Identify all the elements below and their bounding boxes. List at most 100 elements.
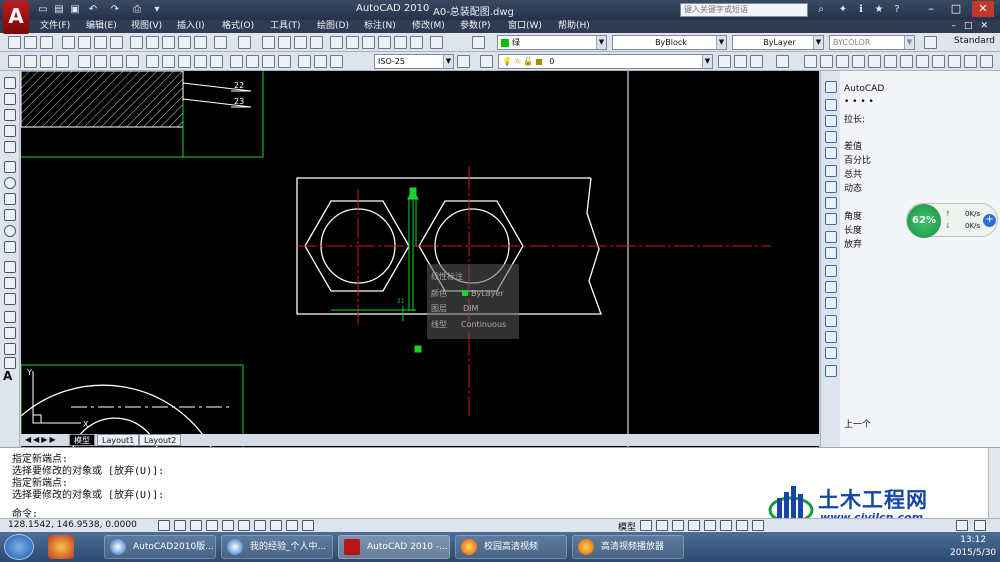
help-icon[interactable]	[430, 36, 443, 49]
close-button[interactable]: ✕	[972, 1, 994, 17]
publish-icon[interactable]	[94, 36, 107, 49]
snap-endpoint-icon[interactable]	[804, 55, 817, 68]
make-current-icon[interactable]	[718, 55, 731, 68]
star-icon[interactable]: ★	[872, 3, 886, 17]
quick-properties-icon[interactable]	[302, 520, 314, 531]
gradient-icon[interactable]	[4, 327, 16, 339]
menu-insert[interactable]: 插入(I)	[177, 20, 205, 33]
ortho-mode-icon[interactable]	[190, 520, 202, 531]
dim-edit-icon[interactable]	[298, 55, 311, 68]
color-select[interactable]: 绿 ▼	[497, 35, 607, 50]
blend-icon[interactable]	[825, 347, 837, 359]
preview-icon[interactable]	[78, 36, 91, 49]
snap-mode-icon[interactable]	[158, 520, 170, 531]
array-icon[interactable]	[825, 147, 837, 159]
context-item-lengthen[interactable]: 拉长:	[844, 112, 865, 125]
quick-dim-icon[interactable]	[146, 55, 159, 68]
dim-text-edit-icon[interactable]	[314, 55, 327, 68]
network-speed-widget[interactable]: 62% ↑ 0K/s ↓ 0K/s +	[906, 203, 998, 238]
ellipse-arc-icon[interactable]	[4, 241, 16, 253]
menu-tools[interactable]: 工具(T)	[270, 20, 301, 33]
design-center-icon[interactable]	[346, 36, 359, 49]
continue-icon[interactable]	[178, 55, 191, 68]
lineweight-icon[interactable]	[286, 520, 298, 531]
dim-update-icon[interactable]	[330, 55, 343, 68]
tab-layout1[interactable]: Layout1	[97, 434, 140, 446]
trim-icon[interactable]	[825, 231, 837, 243]
arc-length-icon[interactable]	[40, 55, 53, 68]
showmotion-icon[interactable]	[720, 520, 732, 531]
linear-dimension[interactable]	[331, 187, 422, 353]
stretch-icon[interactable]	[825, 213, 837, 225]
layer-previous-icon[interactable]	[734, 55, 747, 68]
undo-icon[interactable]: ↶	[86, 3, 100, 17]
context-item-previous[interactable]: 上一个	[844, 417, 871, 430]
menu-modify[interactable]: 修改(M)	[412, 20, 445, 33]
tab-navigation-arrows[interactable]: ◀◀▶▶	[25, 435, 58, 444]
extend-icon[interactable]	[825, 247, 837, 259]
plot-icon[interactable]: ⎙	[130, 3, 144, 17]
menu-file[interactable]: 文件(F)	[40, 20, 70, 33]
clean-screen-icon[interactable]	[974, 520, 986, 531]
revision-cloud-icon[interactable]	[4, 193, 16, 205]
snap-parallel-icon[interactable]	[948, 55, 961, 68]
menu-format[interactable]: 格式(O)	[222, 20, 254, 33]
3d-dwf-icon[interactable]	[110, 36, 123, 49]
scale-icon[interactable]	[825, 197, 837, 209]
menu-window[interactable]: 窗口(W)	[508, 20, 542, 33]
undo-icon[interactable]	[214, 36, 227, 49]
text-style-icon[interactable]	[924, 36, 937, 49]
document-window-controls[interactable]: –□✕	[951, 20, 996, 33]
snap-node-icon[interactable]	[964, 55, 977, 68]
pinned-app-icon[interactable]	[48, 535, 74, 559]
table-icon[interactable]	[4, 357, 16, 369]
explode-icon[interactable]	[825, 365, 837, 377]
sheet-set-icon[interactable]	[378, 36, 391, 49]
snap-intersection-icon[interactable]	[836, 55, 849, 68]
context-item-total[interactable]: 总共	[844, 167, 862, 180]
taskbar-item[interactable]: 我的经验_个人中...	[221, 535, 333, 559]
info-icon[interactable]: ℹ	[854, 3, 868, 17]
snap-settings-icon[interactable]	[980, 55, 993, 68]
polygon-icon[interactable]	[4, 125, 16, 137]
layer-manager-icon[interactable]	[480, 55, 493, 68]
snap-tangent-icon[interactable]	[916, 55, 929, 68]
dynamic-input-icon[interactable]	[270, 520, 282, 531]
taskbar-item-active[interactable]: AutoCAD 2010 -...	[338, 535, 450, 559]
drawing-canvas[interactable]: 22 23 21 线性标注 颜色 ByLayer 图层 DIM 线型 Conti…	[21, 71, 819, 447]
region-icon[interactable]	[4, 343, 16, 355]
pan-status-icon[interactable]	[672, 520, 684, 531]
linetype-select[interactable]: ByBlock ▼	[612, 35, 727, 50]
grid-display-icon[interactable]	[174, 520, 186, 531]
jogged-linear-icon[interactable]	[278, 55, 291, 68]
jogged-icon[interactable]	[94, 55, 107, 68]
autocad-logo-button[interactable]: A	[3, 1, 29, 34]
paste-icon[interactable]	[162, 36, 175, 49]
workspace-switch-icon[interactable]	[956, 520, 968, 531]
rotate-icon[interactable]	[825, 181, 837, 193]
polar-tracking-icon[interactable]	[206, 520, 218, 531]
baseline-icon[interactable]	[162, 55, 175, 68]
ellipse-icon[interactable]	[4, 225, 16, 237]
dim-break-icon[interactable]	[210, 55, 223, 68]
annotation-visibility-icon[interactable]	[752, 520, 764, 531]
quickcalc-icon[interactable]	[410, 36, 423, 49]
spline-icon[interactable]	[4, 209, 16, 221]
menu-view[interactable]: 视图(V)	[131, 20, 162, 33]
make-block-icon[interactable]	[4, 277, 16, 289]
open-file-icon[interactable]: ▤	[52, 3, 66, 17]
snap-perpendicular-icon[interactable]	[932, 55, 945, 68]
layer-select[interactable]: 💡☼🔓■ 0 ▼	[498, 54, 713, 69]
construction-line-icon[interactable]	[4, 93, 16, 105]
offset-icon[interactable]	[825, 131, 837, 143]
context-item-angle[interactable]: 角度	[844, 209, 862, 222]
save-icon[interactable]	[40, 36, 53, 49]
break-icon[interactable]	[825, 281, 837, 293]
object-snap-icon[interactable]	[222, 520, 234, 531]
maximize-button[interactable]: □	[945, 1, 967, 17]
tool-palettes-icon[interactable]	[362, 36, 375, 49]
zoom-realtime-icon[interactable]	[278, 36, 291, 49]
radius-icon[interactable]	[78, 55, 91, 68]
text-style-value[interactable]: Standard	[954, 36, 995, 46]
menu-edit[interactable]: 编辑(E)	[86, 20, 117, 33]
